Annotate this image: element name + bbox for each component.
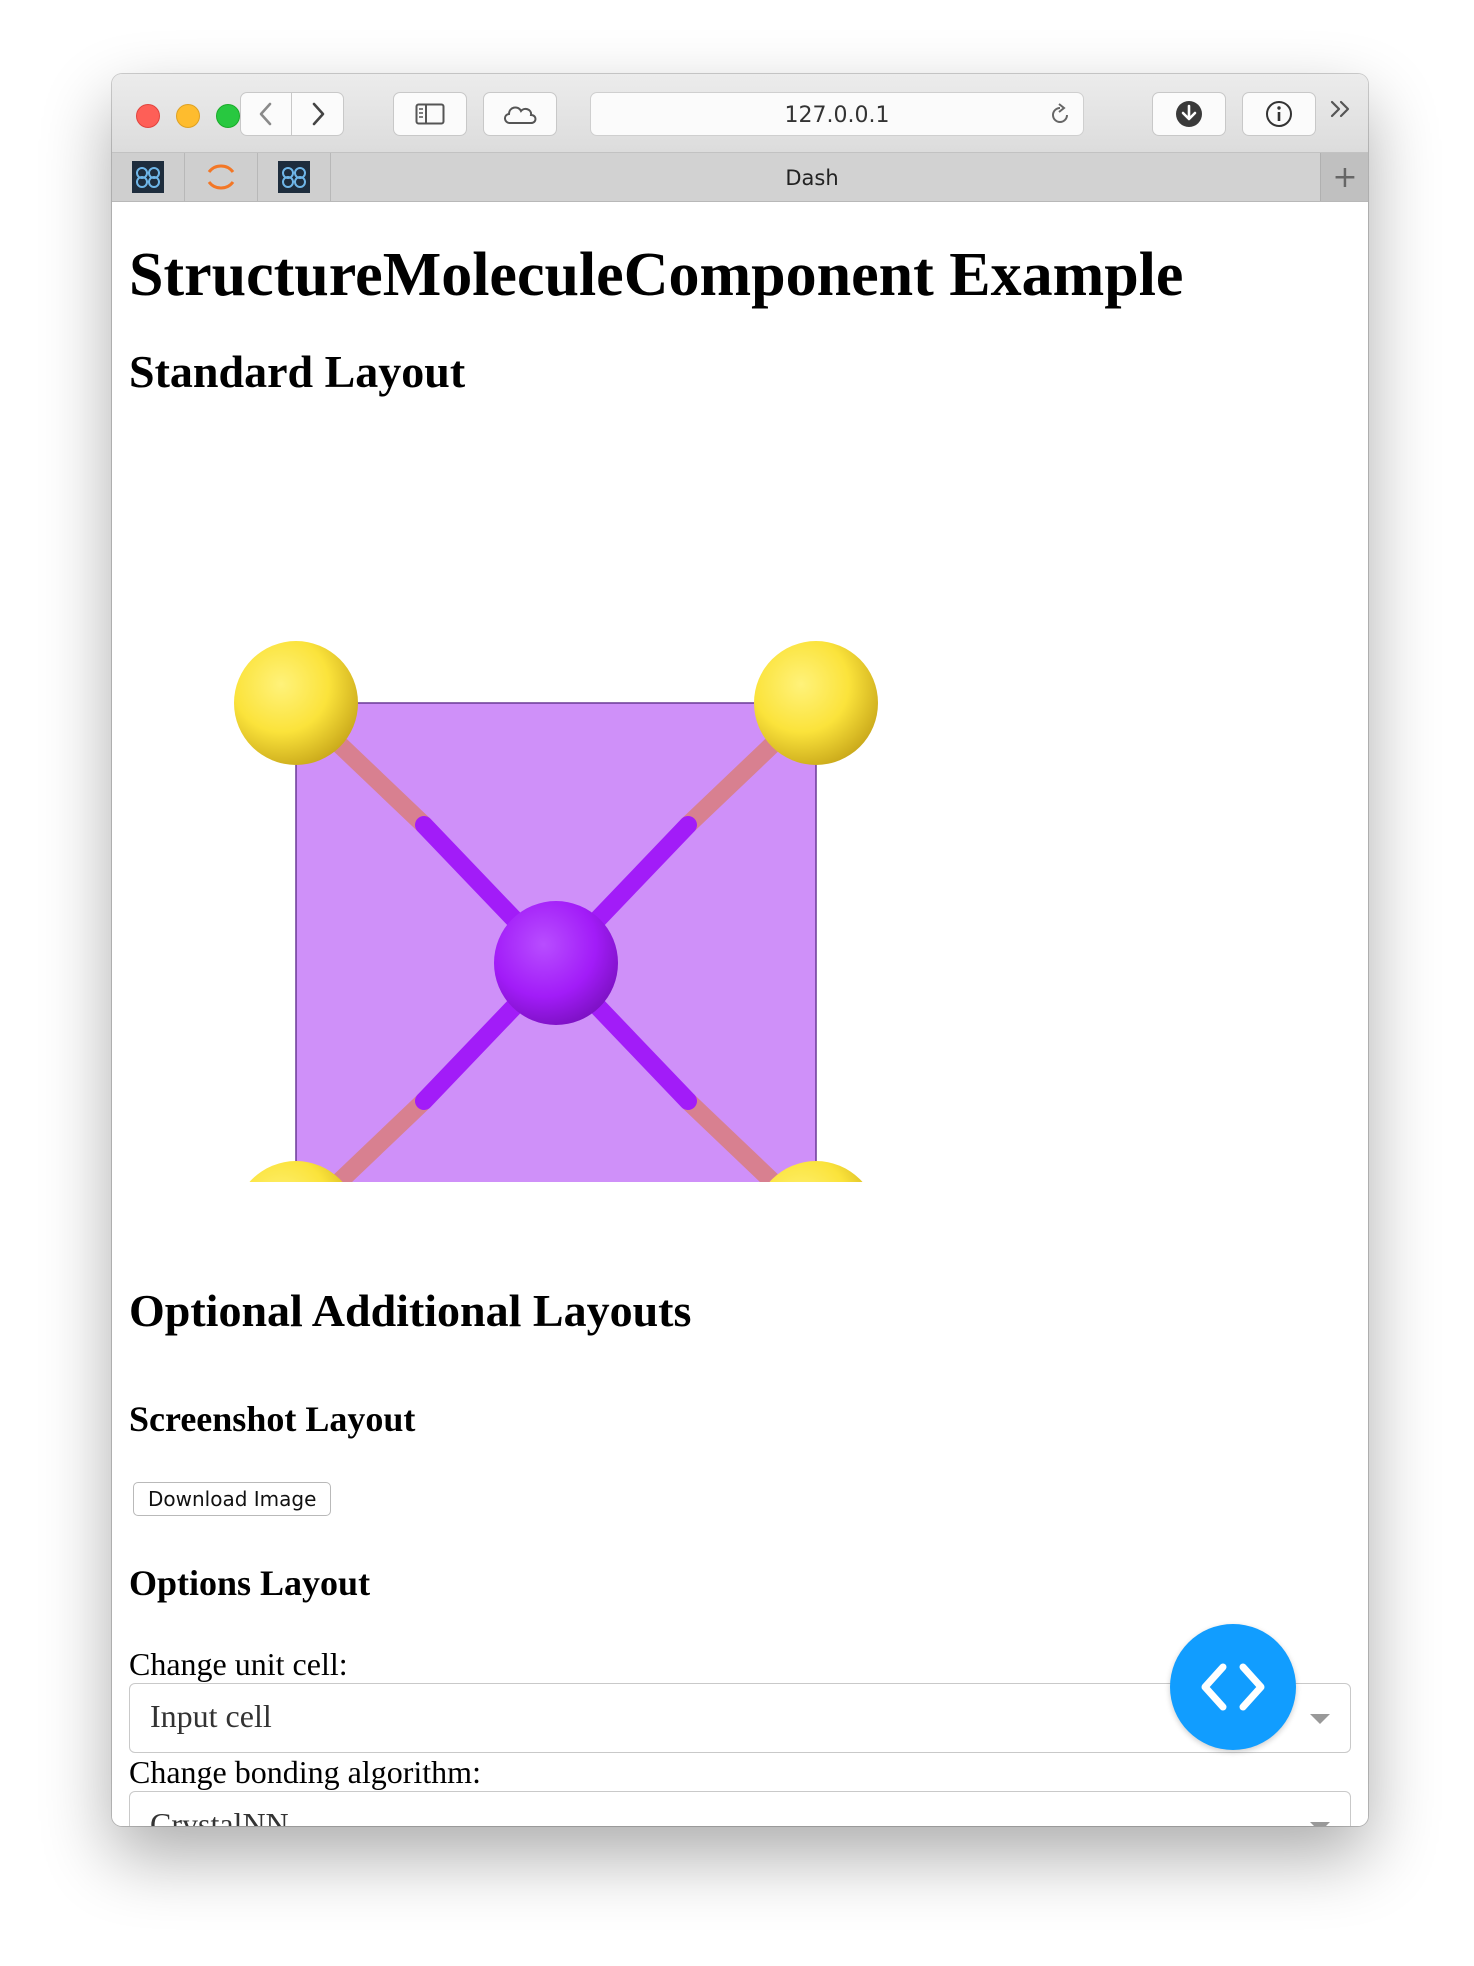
dash-debug-button[interactable]	[1170, 1624, 1296, 1750]
corner-atom-top-left[interactable]	[234, 641, 358, 765]
bonding-algorithm-value: CrystalNN	[150, 1806, 289, 1826]
chevron-down-icon[interactable]	[1310, 1714, 1330, 1724]
unit-cell-label: Change unit cell:	[129, 1646, 348, 1682]
url-text: 127.0.0.1	[784, 103, 890, 128]
pinned-tab-dash-1[interactable]	[112, 153, 185, 201]
standard-layout-heading: Standard Layout	[129, 346, 466, 397]
code-brackets-icon	[1201, 1663, 1265, 1711]
info-icon	[1266, 101, 1292, 127]
minimize-window-button[interactable]	[176, 104, 200, 128]
options-layout-heading: Options Layout	[129, 1563, 371, 1603]
sidebar-icon	[415, 103, 445, 125]
page-info-button[interactable]	[1242, 92, 1316, 136]
cloud-icon	[504, 106, 537, 124]
close-window-button[interactable]	[136, 104, 160, 128]
browser-toolbar: 127.0.0.1	[112, 74, 1368, 153]
forward-button[interactable]	[292, 92, 344, 136]
optional-layouts-heading: Optional Additional Layouts	[129, 1285, 692, 1336]
download-icon	[1176, 101, 1202, 127]
bonding-algorithm-label: Change bonding algorithm:	[129, 1754, 481, 1790]
chevron-left-icon	[259, 102, 272, 126]
back-button[interactable]	[240, 92, 292, 136]
page-title: StructureMoleculeComponent Example	[129, 241, 1184, 309]
downloads-button[interactable]	[1152, 92, 1226, 136]
icloud-tabs-button[interactable]	[483, 92, 557, 136]
tab-bar: Dash +	[112, 153, 1368, 202]
unit-cell-dropdown[interactable]: Input cell	[129, 1683, 1351, 1753]
zoom-window-button[interactable]	[216, 104, 240, 128]
chevron-right-icon	[312, 102, 324, 126]
page-content: StructureMoleculeComponent Example Stand…	[112, 202, 1368, 1826]
active-tab-title[interactable]: Dash	[332, 166, 1292, 190]
double-chevron-icon[interactable]	[1328, 96, 1354, 127]
pinned-tab-jupyter[interactable]	[185, 153, 258, 201]
reload-icon[interactable]	[1047, 102, 1073, 128]
sidebar-toggle-button[interactable]	[393, 92, 467, 136]
new-tab-button[interactable]: +	[1320, 153, 1368, 201]
chevron-down-icon[interactable]	[1310, 1822, 1330, 1826]
dash-favicon-icon	[278, 161, 310, 193]
address-bar[interactable]: 127.0.0.1	[590, 92, 1084, 136]
dash-favicon-icon	[132, 161, 164, 193]
structure-viewer[interactable]	[142, 462, 902, 1182]
screenshot-layout-heading: Screenshot Layout	[129, 1399, 416, 1439]
browser-window: 127.0.0.1 Dash + StructureMoleculeCompon…	[112, 74, 1368, 1826]
center-atom[interactable]	[494, 901, 618, 1025]
unit-cell-value: Input cell	[150, 1698, 272, 1734]
bonding-algorithm-dropdown[interactable]: CrystalNN	[129, 1791, 1351, 1826]
pinned-tab-dash-2[interactable]	[258, 153, 331, 201]
download-image-button[interactable]: Download Image	[133, 1482, 332, 1516]
corner-atom-top-right[interactable]	[754, 641, 878, 765]
jupyter-favicon-icon	[207, 164, 235, 190]
